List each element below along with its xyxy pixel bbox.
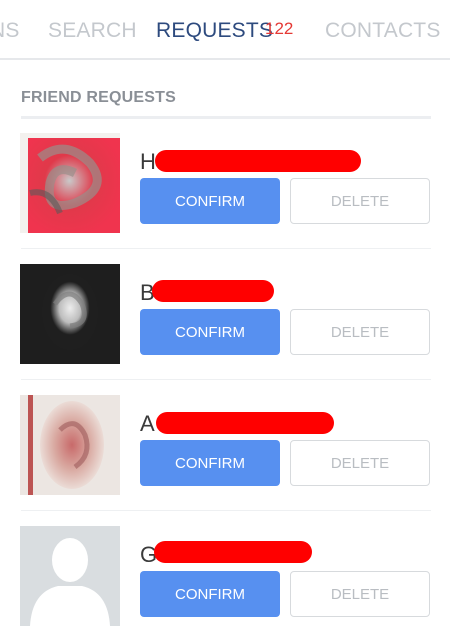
tab-requests[interactable]: REQUESTS	[156, 19, 273, 43]
request-row: H CONFIRM DELETE	[0, 133, 450, 264]
confirm-button[interactable]: CONFIRM	[140, 309, 280, 355]
requests-count-badge: 122	[265, 19, 294, 38]
row-divider	[21, 248, 431, 249]
confirm-button[interactable]: CONFIRM	[140, 571, 280, 617]
name-redaction	[154, 541, 312, 563]
confirm-button[interactable]: CONFIRM	[140, 178, 280, 224]
delete-button[interactable]: DELETE	[290, 309, 430, 355]
delete-button[interactable]: DELETE	[290, 440, 430, 486]
name-redaction	[152, 280, 274, 302]
tab-bar: NS SEARCH REQUESTS 122 CONTACTS	[0, 0, 450, 60]
name-redaction	[156, 412, 334, 434]
section-divider	[21, 116, 431, 119]
request-row: G CONFIRM DELETE	[0, 526, 450, 640]
avatar[interactable]	[20, 395, 120, 495]
delete-button[interactable]: DELETE	[290, 571, 430, 617]
delete-button[interactable]: DELETE	[290, 178, 430, 224]
section-title: FRIEND REQUESTS	[21, 89, 177, 106]
request-row: B CONFIRM DELETE	[0, 264, 450, 395]
row-divider	[21, 510, 431, 511]
requester-name: H	[140, 149, 156, 174]
name-redaction	[155, 150, 361, 172]
confirm-button[interactable]: CONFIRM	[140, 440, 280, 486]
tab-previous[interactable]: NS	[0, 19, 20, 43]
avatar[interactable]	[20, 264, 120, 364]
tab-search[interactable]: SEARCH	[48, 19, 137, 43]
avatar[interactable]	[20, 526, 120, 626]
requester-name: A	[140, 411, 155, 436]
tab-contacts[interactable]: CONTACTS	[325, 19, 441, 43]
default-profile-icon	[20, 526, 120, 626]
avatar[interactable]	[20, 133, 120, 233]
row-divider	[21, 379, 431, 380]
request-row: A CONFIRM DELETE	[0, 395, 450, 526]
